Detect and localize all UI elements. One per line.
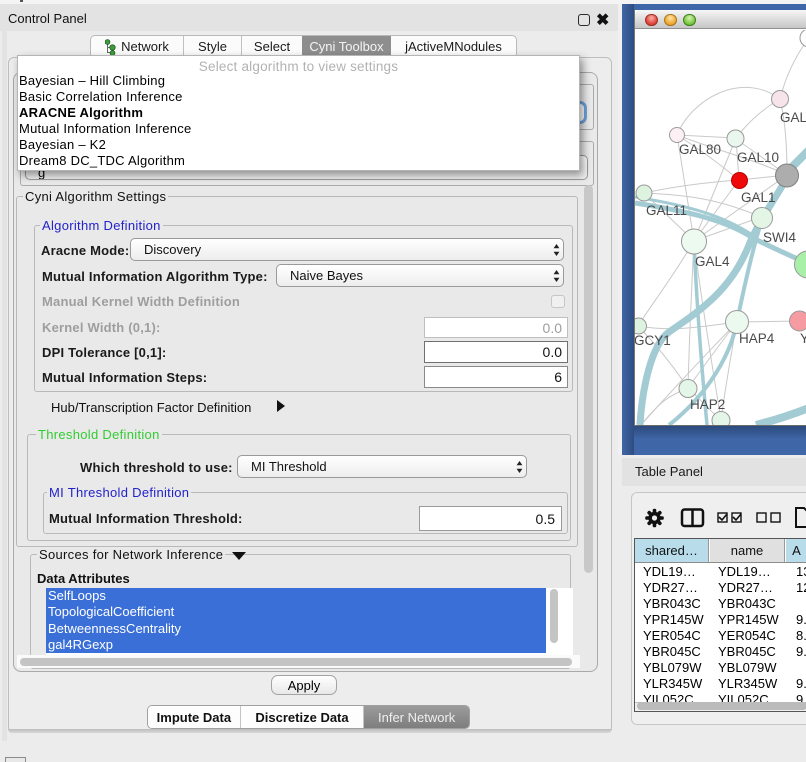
svg-text:GAL11: GAL11 <box>646 203 687 218</box>
svg-text:GAL10: GAL10 <box>737 150 779 165</box>
svg-text:GAL4: GAL4 <box>695 254 730 269</box>
svg-text:GAL1: GAL1 <box>741 190 776 205</box>
svg-text:GCY1: GCY1 <box>635 333 671 348</box>
svg-text:HAP4: HAP4 <box>739 331 775 346</box>
svg-text:GAL80: GAL80 <box>679 142 721 157</box>
svg-text:SWI4: SWI4 <box>763 230 796 245</box>
svg-text:HAP2: HAP2 <box>690 397 725 412</box>
svg-text:GAL: GAL <box>780 110 806 125</box>
svg-text:Y: Y <box>800 331 806 346</box>
